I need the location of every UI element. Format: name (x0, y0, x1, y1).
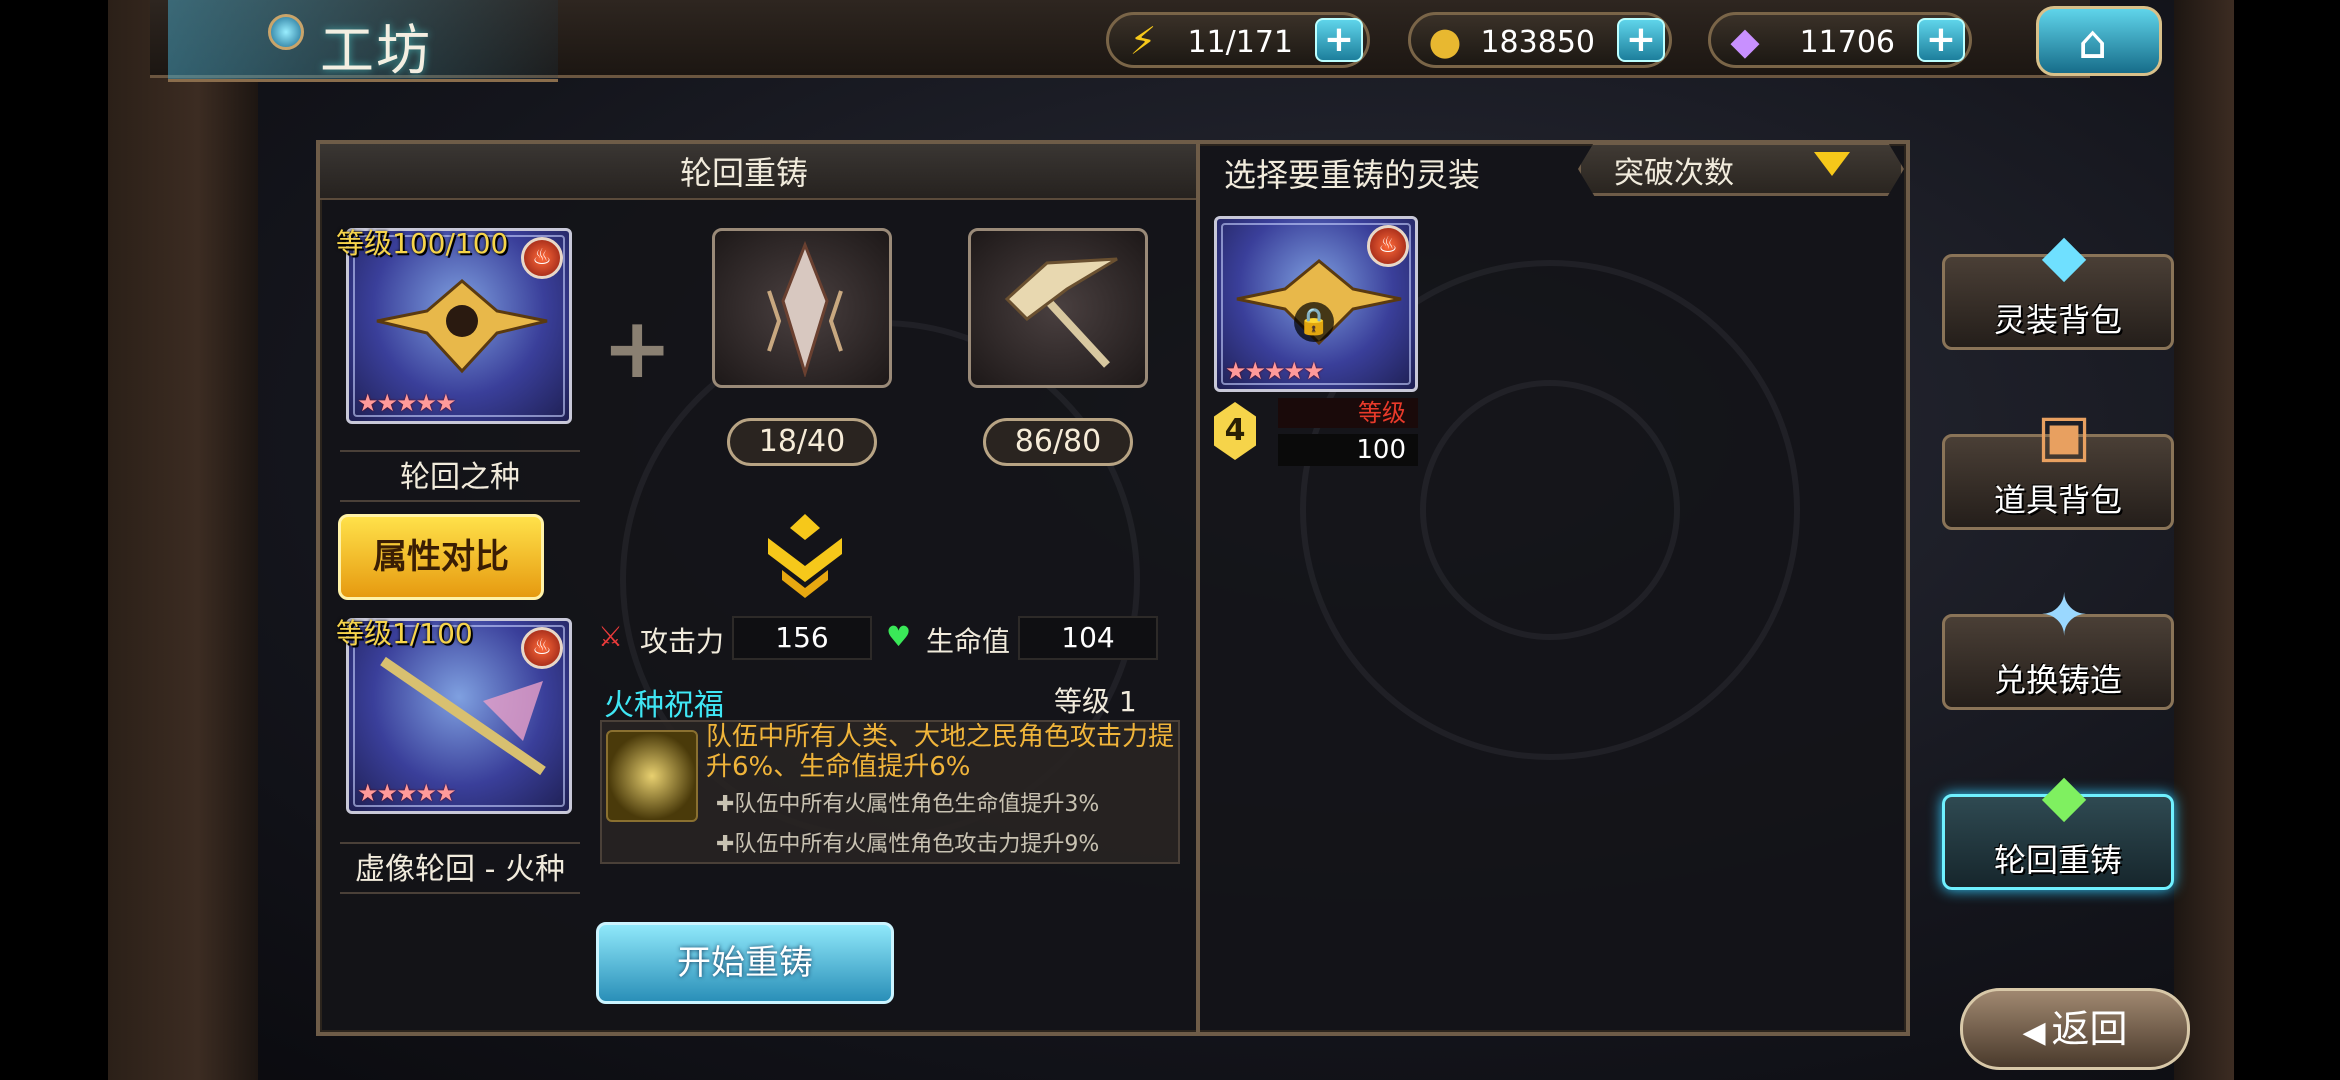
rarity-stars: ★★★★★ (357, 389, 457, 417)
stamina-resource: ⚡ 11/171 + (1106, 12, 1370, 68)
rarity-stars: ★★★★★ (1225, 357, 1325, 385)
chest-potion-icon: ▣ (2036, 401, 2092, 469)
fire-element-icon: ♨ (1367, 225, 1409, 267)
sidebar-item-equipment-bag[interactable]: ◆ 灵装背包 (1942, 221, 2174, 350)
stamina-value: 11/171 (1187, 25, 1293, 60)
start-reforge-button[interactable]: 开始重铸 (596, 922, 894, 1004)
gold-value: 183850 (1480, 25, 1595, 60)
dropdown-arrow-icon[interactable] (1814, 152, 1850, 176)
sidebar-item-label: 轮回重铸 (1993, 841, 2122, 879)
material-slot-crystal[interactable] (712, 228, 892, 388)
add-gold-button[interactable]: + (1617, 18, 1665, 62)
home-icon: ⌂ (2078, 15, 2108, 69)
crystal-anvil-icon: ✦ (2039, 581, 2089, 649)
skill-blessing-icon (606, 730, 698, 822)
right-panel-title: 选择要重铸的灵装 (1224, 156, 1481, 194)
attack-label: 攻击力 (640, 625, 725, 658)
sidebar-item-reincarnation-reforge[interactable]: ◆ 轮回重铸 (1942, 761, 2174, 890)
item-level-label: 等级 (1278, 398, 1418, 428)
crystal-icon: ◆ (1730, 19, 1760, 63)
crystal-resource: ◆ 11706 + (1708, 12, 1972, 68)
add-crystal-button[interactable]: + (1917, 18, 1965, 62)
sidebar-item-label: 兑换铸造 (1993, 661, 2122, 699)
gold-resource: ● 183850 + (1408, 12, 1672, 68)
attack-icon: ⚔ (598, 620, 624, 653)
sidebar-item-label: 灵装背包 (1993, 301, 2122, 339)
skill-sub-effect-1: ✚队伍中所有火属性角色生命值提升3% (716, 792, 1100, 817)
hp-value: 104 (1018, 616, 1158, 660)
sidebar-item-label: 道具背包 (1993, 481, 2122, 519)
green-gem-icon: ◆ (2041, 761, 2087, 829)
down-chevron-icon (768, 514, 842, 598)
item-level-value: 100 (1278, 434, 1418, 466)
back-label: 返回 (2051, 1007, 2128, 1051)
attack-value: 156 (732, 616, 872, 660)
hp-label: 生命值 (926, 625, 1011, 658)
crystal-shard-icon (767, 241, 843, 377)
sidebar-item-exchange-forge[interactable]: ✦ 兑换铸造 (1942, 581, 2174, 710)
material-count-1: 18/40 (727, 418, 877, 466)
left-panel-title: 轮回重铸 (680, 154, 809, 192)
rarity-stars: ★★★★★ (357, 779, 457, 807)
material-slot-hammer[interactable] (968, 228, 1148, 388)
fire-element-icon: ♨ (521, 237, 563, 279)
title-gem-icon (268, 14, 304, 50)
lock-icon: 🔒 (1294, 302, 1334, 342)
skill-name: 火种祝福 (604, 688, 724, 723)
main-item-name: 轮回之种 (340, 450, 580, 502)
home-button[interactable]: ⌂ (2036, 6, 2162, 76)
skill-sub-effect-2: ✚队伍中所有火属性角色攻击力提升9% (716, 832, 1100, 857)
hammer-icon (1004, 257, 1118, 368)
main-item-level: 等级100/100 (336, 227, 509, 260)
crystal-value: 11706 (1799, 25, 1895, 60)
back-button[interactable]: ◀ 返回 (1960, 988, 2190, 1070)
add-stamina-button[interactable]: + (1315, 18, 1363, 62)
plus-icon: + (602, 299, 673, 397)
fire-element-icon: ♨ (521, 627, 563, 669)
coin-icon: ● (1428, 19, 1462, 63)
page-title: 工坊 (320, 19, 432, 82)
panel-divider (1196, 140, 1200, 1036)
sidebar-item-item-bag[interactable]: ▣ 道具背包 (1942, 401, 2174, 530)
compare-attributes-button[interactable]: 属性对比 (338, 514, 544, 600)
skill-level: 等级 1 (1054, 685, 1137, 718)
winged-emblem-icon (376, 279, 548, 374)
result-item-name: 虚像轮回 - 火种 (340, 842, 580, 894)
result-item-level: 等级1/100 (336, 617, 473, 650)
back-arrow-icon: ◀ (2022, 1015, 2046, 1050)
chest-crystal-icon: ◆ (2041, 221, 2087, 289)
decorative-circle-inner (1420, 380, 1680, 640)
lightning-icon: ⚡ (1129, 19, 1157, 63)
heart-icon: ♥ (886, 620, 912, 653)
sort-label: 突破次数 (1614, 156, 1734, 191)
material-count-2: 86/80 (983, 418, 1133, 466)
skill-description: 队伍中所有人类、大地之民角色攻击力提升6%、生命值提升6% (706, 722, 1175, 782)
